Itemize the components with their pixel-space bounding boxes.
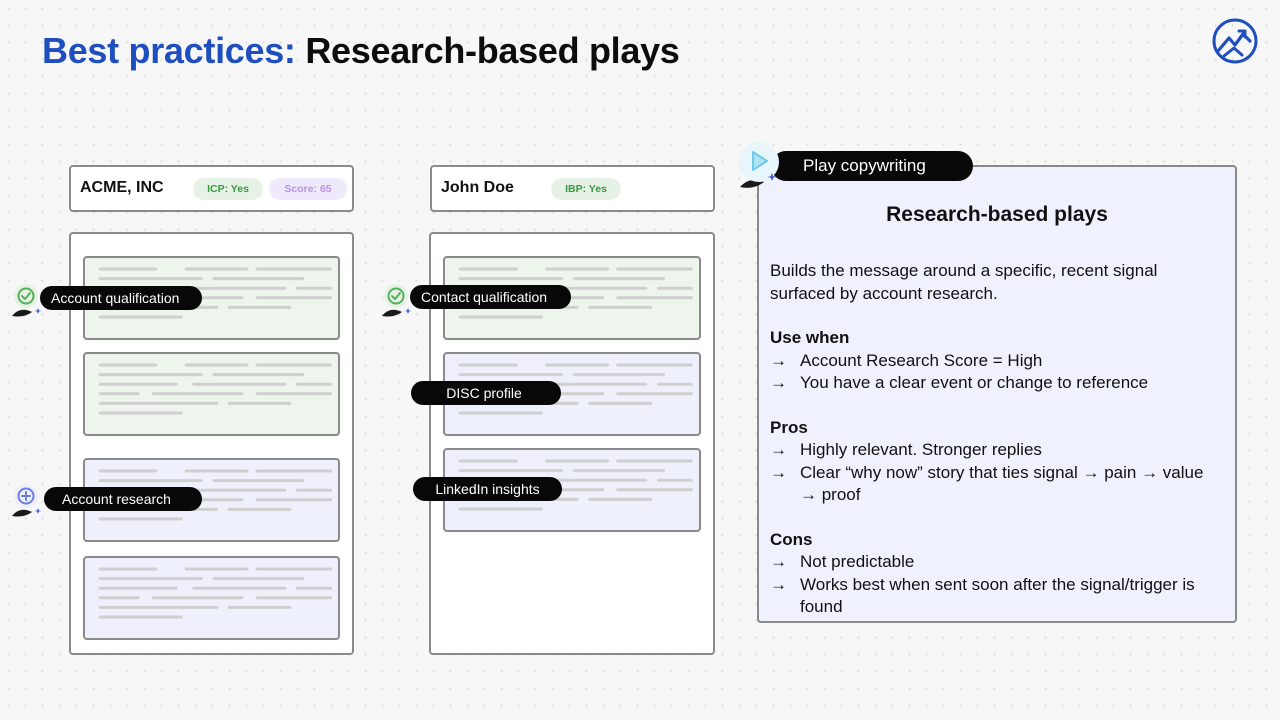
account-block bbox=[83, 352, 340, 436]
account-qualification-tag[interactable]: Account qualification bbox=[40, 286, 202, 310]
play-panel: Research-based plays Builds the message … bbox=[757, 165, 1237, 623]
title-accent: Best practices: bbox=[42, 30, 296, 71]
mountain-peak-logo-icon bbox=[1212, 18, 1258, 64]
contact-header-card[interactable]: John Doe IBP: Yes bbox=[430, 165, 715, 212]
check-circle-icon bbox=[12, 284, 42, 317]
panel-intro: Builds the message around a specific, re… bbox=[770, 261, 1158, 303]
list-item: → Highly relevant. Stronger replies bbox=[770, 439, 1221, 462]
section-title: Cons bbox=[770, 529, 813, 549]
account-name: ACME, INC bbox=[80, 179, 164, 196]
arrow-right-icon: → bbox=[770, 552, 787, 571]
contact-qualification-tag[interactable]: Contact qualification bbox=[410, 285, 571, 309]
icp-badge: ICP: Yes bbox=[193, 178, 263, 200]
panel-body: Builds the message around a specific, re… bbox=[770, 260, 1221, 619]
section-title: Use when bbox=[770, 328, 850, 347]
ibp-badge: IBP: Yes bbox=[551, 178, 621, 200]
disc-profile-label: DISC profile bbox=[446, 385, 522, 401]
list-item: → You have a clear event or change to ref… bbox=[770, 372, 1221, 395]
account-block bbox=[83, 556, 340, 640]
play-copywriting-tab[interactable]: Play copywriting bbox=[771, 151, 973, 181]
check-circle-icon bbox=[382, 284, 412, 317]
arrow-right-icon: → bbox=[770, 373, 787, 392]
linkedin-insights-tag[interactable]: LinkedIn insights bbox=[413, 477, 562, 501]
score-badge: Score: 65 bbox=[269, 178, 347, 200]
account-research-label: Account research bbox=[62, 491, 171, 507]
arrow-right-icon: → bbox=[770, 574, 787, 594]
list-item: → Clear “why now” story that ties signal … bbox=[770, 462, 1221, 507]
placeholder-lines bbox=[98, 567, 332, 619]
section-pros: Pros → Highly relevant. Stronger replies … bbox=[770, 417, 1221, 507]
title-rest: Research-based plays bbox=[295, 30, 680, 71]
play-copywriting-label: Play copywriting bbox=[803, 156, 926, 175]
panel-heading: Research-based plays bbox=[886, 203, 1108, 226]
arrow-right-icon: → bbox=[770, 350, 787, 370]
slide-title: Best practices: Research-based plays bbox=[42, 30, 680, 72]
section-title: Pros bbox=[770, 417, 808, 437]
contact-qualification-label: Contact qualification bbox=[421, 289, 548, 305]
account-qualification-label: Account qualification bbox=[51, 290, 180, 306]
account-header-card[interactable]: ACME, INC ICP: Yes Score: 65 bbox=[69, 165, 354, 212]
disc-profile-tag[interactable]: DISC profile bbox=[411, 381, 561, 405]
arrow-right-icon: → bbox=[770, 462, 787, 482]
contact-name: John Doe bbox=[441, 179, 514, 196]
plus-circle-icon bbox=[12, 484, 42, 517]
play-triangle-icon bbox=[739, 142, 779, 188]
linkedin-insights-label: LinkedIn insights bbox=[435, 481, 540, 497]
section-use-when: Use when → Account Research Score = High … bbox=[770, 327, 1221, 395]
section-cons: Cons → Not predictable → Works best when s… bbox=[770, 529, 1221, 619]
account-research-tag[interactable]: Account research bbox=[44, 487, 202, 511]
arrow-right-icon: → bbox=[770, 440, 787, 459]
list-item: → Account Research Score = High bbox=[770, 350, 1221, 373]
list-item: → Works best when sent soon after the sig… bbox=[770, 574, 1221, 619]
list-item: → Not predictable bbox=[770, 551, 1221, 574]
placeholder-lines bbox=[98, 363, 332, 415]
